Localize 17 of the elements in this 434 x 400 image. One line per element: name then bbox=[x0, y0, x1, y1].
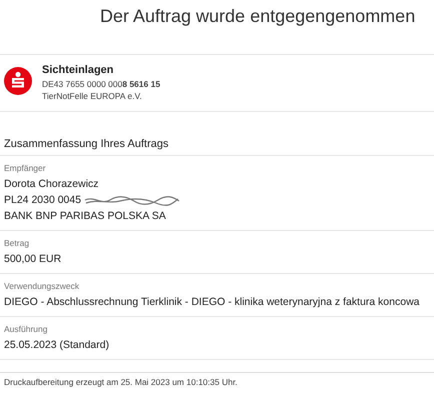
field-label: Ausführung bbox=[4, 324, 48, 334]
bank-logo-icon bbox=[4, 67, 32, 95]
summary-heading: Zusammenfassung Ihres Auftrags bbox=[0, 138, 434, 156]
page-title: Der Auftrag wurde entgegengenommen bbox=[99, 5, 416, 28]
field-value: DIEGO - Abschlussrechnung Tierklinik - DIEGO - klinika weterynaryjna z faktura koncowa bbox=[4, 295, 420, 310]
field-value: 500,00 EUR bbox=[4, 252, 62, 267]
field-value: 25.05.2023 (Standard) bbox=[4, 338, 110, 353]
account-name: Sichteinlagen bbox=[42, 64, 115, 76]
account-holder: TierNotFelle EUROPA e.V. bbox=[42, 90, 143, 102]
field-value: Dorota Chorazewicz bbox=[4, 177, 99, 192]
field-value: BANK BNP PARIBAS POLSKA SA bbox=[4, 209, 166, 224]
field-label: Empfänger bbox=[4, 163, 47, 173]
account-iban: DE43 7655 0000 0008 5616 15 bbox=[42, 78, 160, 90]
footer-note: Druckaufbereitung erzeugt am 25. Mai 2023 um 10:10:35 Uhr. bbox=[0, 372, 434, 391]
field-value: PL24 2030 0045 bbox=[4, 193, 82, 208]
field-label: Betrag bbox=[4, 238, 30, 248]
field-label: Verwendungszweck bbox=[4, 281, 80, 291]
